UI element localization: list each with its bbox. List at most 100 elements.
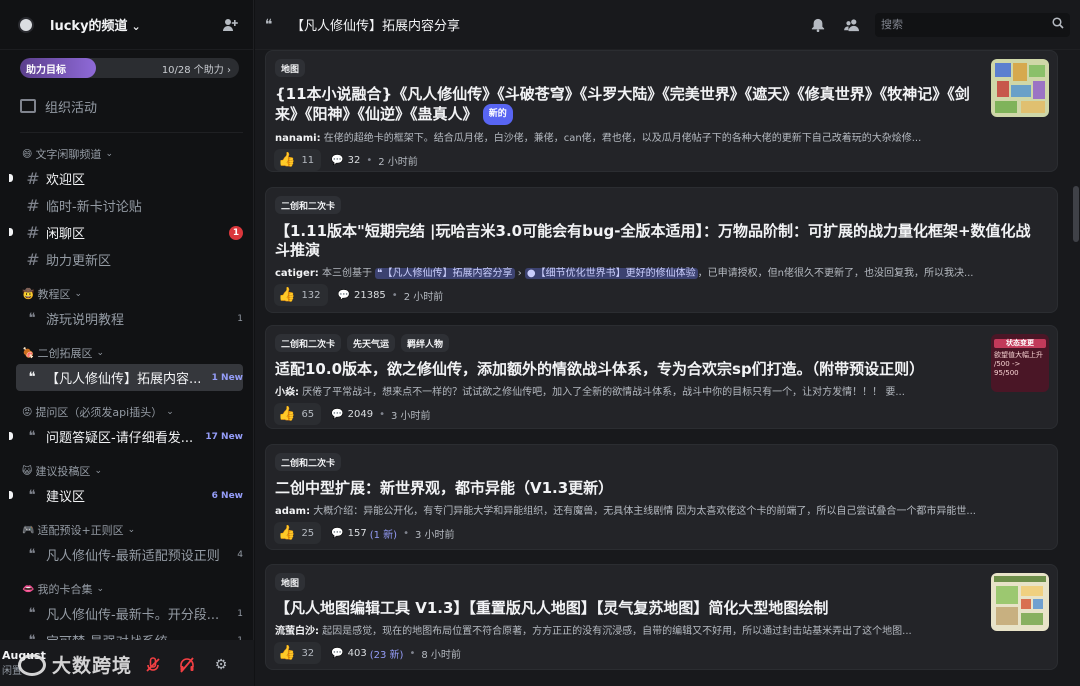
events-link[interactable]: 组织活动 [20,88,253,124]
channel-play-guide[interactable]: ❝ 游玩说明教程 1 [0,305,244,332]
message-count: 💬 2049 [331,408,374,420]
chevron-down-icon: ⌄ [96,584,104,594]
category-tutorials[interactable]: 🤠 教程区 ⌄ [0,283,253,305]
channel-suggestions[interactable]: ❝ 建议区 6 New [0,482,243,509]
scrollbar[interactable] [1070,50,1080,686]
separator-dot: • [366,154,373,166]
reaction-button[interactable]: 👍 11 [274,149,322,171]
category-questions[interactable]: 😡 提问区（必须发api插头） ⌄ [0,401,253,423]
chevron-down-icon: ⌄ [94,466,102,476]
post-time: 2 小时前 [378,156,418,168]
thumbnail-caption: 状态变更 [994,339,1046,348]
thumbnail-line: 欲望值大幅上升 [994,351,1043,359]
category-fan-creations[interactable]: 🍖 二创拓展区 ⌄ [0,342,253,364]
channel-welcome[interactable]: # 欢迎区 [0,165,243,192]
chevron-down-icon: ⌄ [96,348,104,358]
forum-icon: ❝ [28,429,36,444]
post-author: catiger: [275,268,319,279]
channel-latest-presets[interactable]: ❝ 凡人修仙传-最新适配预设正则 4 [0,541,244,568]
category-name: 教程区 [37,288,71,301]
boost-goal-bar[interactable]: 助力目标 10/28 个助力 › [20,58,239,78]
reaction-button[interactable]: 👍 132 [274,284,328,306]
thumbs-up-icon: 👍 [278,152,296,168]
add-member-icon[interactable] [221,16,239,34]
thumbs-up-icon: 👍 [278,525,296,541]
post-author: 流萤白沙: [275,626,319,637]
channel-chat[interactable]: # 闲聊区 1 [0,219,243,246]
post-title: 二创中型扩展：新世界观，都市异能（V1.3更新） [275,479,614,497]
post-tag: 二创和二次卡 [275,334,342,352]
channel-boost-updates[interactable]: # 助力更新区 [0,246,243,273]
thumbs-up-icon: 👍 [278,645,296,661]
member-list-icon[interactable] [841,14,863,36]
category-suggestions[interactable]: 😺 建议投稿区 ⌄ [0,460,253,482]
settings-gear-icon[interactable]: ⚙ [210,654,232,676]
message-count: 💬 403 (23 新) [331,647,404,661]
post-count: 4 [237,549,243,560]
channel-title: 【凡人修仙传】拓展内容分享 [291,19,461,34]
post-author: adam: [275,506,311,517]
chevron-down-icon: ⌄ [127,525,136,535]
reaction-button[interactable]: 👍 65 [274,403,322,425]
channel-name: 建议区 [46,490,86,505]
chevron-down-icon: ⌄ [166,407,174,417]
forum-post[interactable]: 二创和二次卡 【1.11版本"短期完结 |玩哈吉米3.0可能会有bug-全版本适… [265,187,1058,313]
post-tag: 地图 [275,573,306,591]
thumbs-up-icon: 👍 [278,287,296,303]
chevron-down-icon: ⌄ [105,149,113,159]
post-tags: 地图 [274,573,1045,593]
forum-post[interactable]: 二创和二次卡 二创中型扩展：新世界观，都市异能（V1.3更新） adam: 大概… [265,444,1058,550]
channel-mention[interactable]: ❝【凡人修仙传】拓展内容分享 [375,268,515,279]
category-emoji: 👄 [22,583,35,595]
headphones-deafened-icon[interactable] [176,654,198,676]
forum-post[interactable]: 二创和二次卡 先天气运 羁绊人物 适配10.0版本，欲之修仙传，添加额外的情欲战… [265,325,1058,429]
server-name[interactable]: lucky的频道 ⌄ [50,15,221,34]
channel-new-card-discussion[interactable]: # 临时-新卡讨论贴 [0,192,243,219]
channel-mention[interactable]: ●【细节优化世界书】更好的修仙体验 [524,268,698,279]
notification-bell-icon[interactable] [807,14,829,36]
category-my-cards[interactable]: 👄 我的卡合集 ⌄ [0,578,253,600]
mic-muted-icon[interactable] [142,654,164,676]
hash-icon: # [26,169,40,188]
forum-post[interactable]: 地图 {11本小说融合}《凡人修仙传》《斗破苍穹》《斗罗大陆》《完美世界》《遮天… [265,50,1058,172]
mention-badge: 1 [229,225,243,240]
post-time: 3 小时前 [390,410,431,422]
post-thumbnail-map[interactable] [991,59,1049,117]
watermark: 大数跨境 [18,651,132,678]
post-meta: 👍 25 💬 157 (1 新) • 3 小时前 [274,519,1045,547]
category-presets[interactable]: 🎮 适配预设+正则区 ⌄ [0,519,253,541]
category-emoji: 😡 [22,406,33,418]
post-thumbnail-editor[interactable] [991,573,1049,631]
category-name: 适配预设+正则区 [37,524,124,537]
channel-qa[interactable]: ❝ 问题答疑区-请仔细看发... 17 New [0,423,243,450]
post-preview: nanami: 在佬的超绝卡的框架下。结合瓜月佬，白沙佬，兼佬，can佬，君也佬… [275,133,922,144]
forum-post[interactable]: 地图 【凡人地图编辑工具 V1.3】【重置版凡人地图】【灵气复苏地图】简化大型地… [265,564,1058,670]
post-tag: 羁绊人物 [401,334,450,352]
chevron-down-icon: ⌄ [74,289,82,299]
server-header[interactable]: lucky的频道 ⌄ [0,0,253,50]
category-name: 建议投稿区 [35,465,91,478]
reaction-button[interactable]: 👍 32 [274,642,322,664]
category-emoji: 🤠 [22,288,35,300]
search-box[interactable] [875,12,1070,37]
post-title: 适配10.0版本，欲之修仙传，添加额外的情欲战斗体系，专为合欢宗sp们打造。（附… [275,360,925,378]
channel-latest-card[interactable]: ❝ 凡人修仙传-最新卡。开分段... 1 [0,600,244,627]
post-tag: 二创和二次卡 [275,196,342,214]
forum-icon: ❝ [28,311,36,326]
hash-icon: # [26,223,40,242]
hash-icon: # [26,196,40,215]
message-bubble-icon: 💬 [331,647,344,659]
search-input[interactable] [881,18,1052,31]
post-tags: 二创和二次卡 [274,453,1045,473]
post-meta: 👍 32 💬 403 (23 新) • 8 小时前 [274,639,1045,667]
post-meta: 👍 65 💬 2049 • 3 小时前 [274,400,1045,428]
category-text-chat[interactable]: 😄 文字闲聊频道 ⌄ [0,143,253,165]
sidebar: lucky的频道 ⌄ 助力目标 10/28 个助力 › 组织活动 😄 文字闲聊频道… [0,0,254,686]
reaction-button[interactable]: 👍 25 [274,522,322,544]
message-bubble-icon: 💬 [331,527,344,539]
post-thumbnail-status[interactable]: 状态变更 欲望值大幅上升 /500 -> 95/500 [991,334,1049,392]
new-message-count: (1 新) [369,529,398,541]
channel-fanren-extension[interactable]: ❝ 【凡人修仙传】拓展内容... 1 New [16,364,243,391]
channel-name: 凡人修仙传-最新卡。开分段... [46,608,220,623]
scrollbar-thumb[interactable] [1073,186,1079,242]
